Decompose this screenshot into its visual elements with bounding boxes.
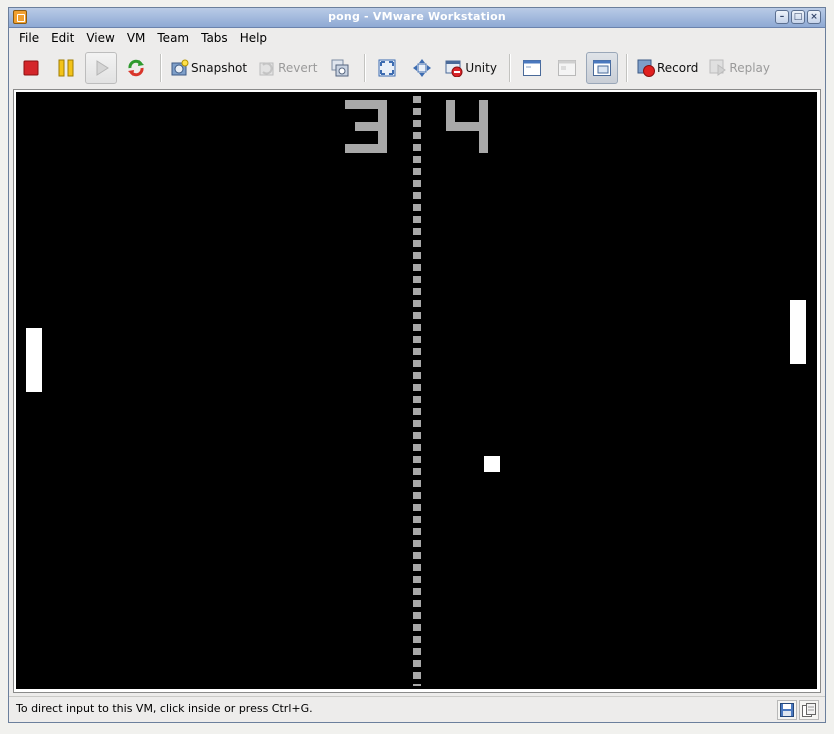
- replay-button[interactable]: Replay: [705, 52, 774, 84]
- record-button[interactable]: Record: [633, 52, 702, 84]
- replay-label: Replay: [729, 61, 771, 75]
- reset-button[interactable]: [120, 52, 152, 84]
- ball: [484, 456, 500, 472]
- full-screen-button[interactable]: [371, 52, 403, 84]
- snapshot-manager-icon: [331, 59, 349, 77]
- toolbar-separator: [160, 54, 162, 82]
- title-bar[interactable]: pong - VMware Workstation – □ ×: [9, 8, 825, 28]
- toolbar-separator: [625, 54, 628, 82]
- menu-tabs[interactable]: Tabs: [195, 31, 234, 45]
- menu-team[interactable]: Team: [151, 31, 195, 45]
- play-icon: [96, 60, 109, 76]
- power-off-button[interactable]: [15, 52, 47, 84]
- record-icon: [637, 59, 655, 77]
- message-log-icon[interactable]: [799, 700, 819, 720]
- toolbar-separator: [364, 54, 367, 82]
- show-tabs-button[interactable]: [585, 52, 618, 84]
- floppy-disk-icon[interactable]: [777, 700, 797, 720]
- snapshot-icon: [171, 59, 189, 76]
- show-console-button[interactable]: [516, 52, 548, 84]
- menu-bar: File Edit View VM Team Tabs Help: [9, 28, 825, 48]
- show-summary-button[interactable]: [551, 52, 583, 84]
- score-right: 4: [446, 100, 488, 153]
- revert-icon: [259, 62, 274, 76]
- quick-switch-button[interactable]: [406, 52, 438, 84]
- toolbar: Snapshot Revert Unity Record Replay: [9, 49, 825, 87]
- unity-label: Unity: [465, 61, 497, 75]
- menu-help[interactable]: Help: [234, 31, 273, 45]
- menu-view[interactable]: View: [80, 31, 120, 45]
- status-bar: To direct input to this VM, click inside…: [9, 696, 825, 723]
- refresh-icon: [128, 59, 144, 77]
- replay-icon: [709, 59, 727, 76]
- vmware-window: pong - VMware Workstation – □ × File Edi…: [8, 7, 826, 723]
- maximize-icon[interactable]: □: [791, 10, 805, 24]
- status-message: To direct input to this VM, click inside…: [16, 702, 313, 715]
- summary-view-icon: [557, 60, 576, 76]
- snapshot-label: Snapshot: [191, 61, 248, 75]
- right-paddle: [790, 300, 806, 364]
- power-on-button[interactable]: [85, 52, 117, 84]
- menu-edit[interactable]: Edit: [45, 31, 80, 45]
- menu-vm[interactable]: VM: [121, 31, 152, 45]
- record-label: Record: [656, 61, 699, 75]
- console-view-icon: [522, 60, 541, 76]
- vm-console-screen[interactable]: 3 4: [16, 92, 817, 689]
- left-paddle: [26, 328, 42, 392]
- toolbar-separator: [508, 54, 511, 82]
- unity-icon: [445, 60, 463, 77]
- stop-icon: [23, 60, 39, 76]
- revert-label: Revert: [278, 61, 318, 75]
- snapshot-manager-button[interactable]: [324, 52, 356, 84]
- close-icon[interactable]: ×: [807, 10, 821, 24]
- minimize-icon[interactable]: –: [775, 10, 789, 24]
- suspend-button[interactable]: [50, 52, 82, 84]
- vm-console-frame: 3 4: [13, 89, 821, 693]
- window-title: pong - VMware Workstation: [328, 10, 506, 23]
- menu-file[interactable]: File: [13, 31, 45, 45]
- move-arrows-icon: [413, 59, 432, 77]
- score-left: 3: [345, 100, 387, 153]
- snapshot-button[interactable]: Snapshot: [167, 52, 251, 84]
- center-net: [413, 96, 421, 686]
- unity-button[interactable]: Unity: [441, 52, 501, 84]
- pause-icon: [58, 59, 74, 77]
- tabs-view-icon: [592, 60, 611, 76]
- fullscreen-icon: [378, 59, 396, 77]
- revert-button[interactable]: Revert: [254, 52, 321, 84]
